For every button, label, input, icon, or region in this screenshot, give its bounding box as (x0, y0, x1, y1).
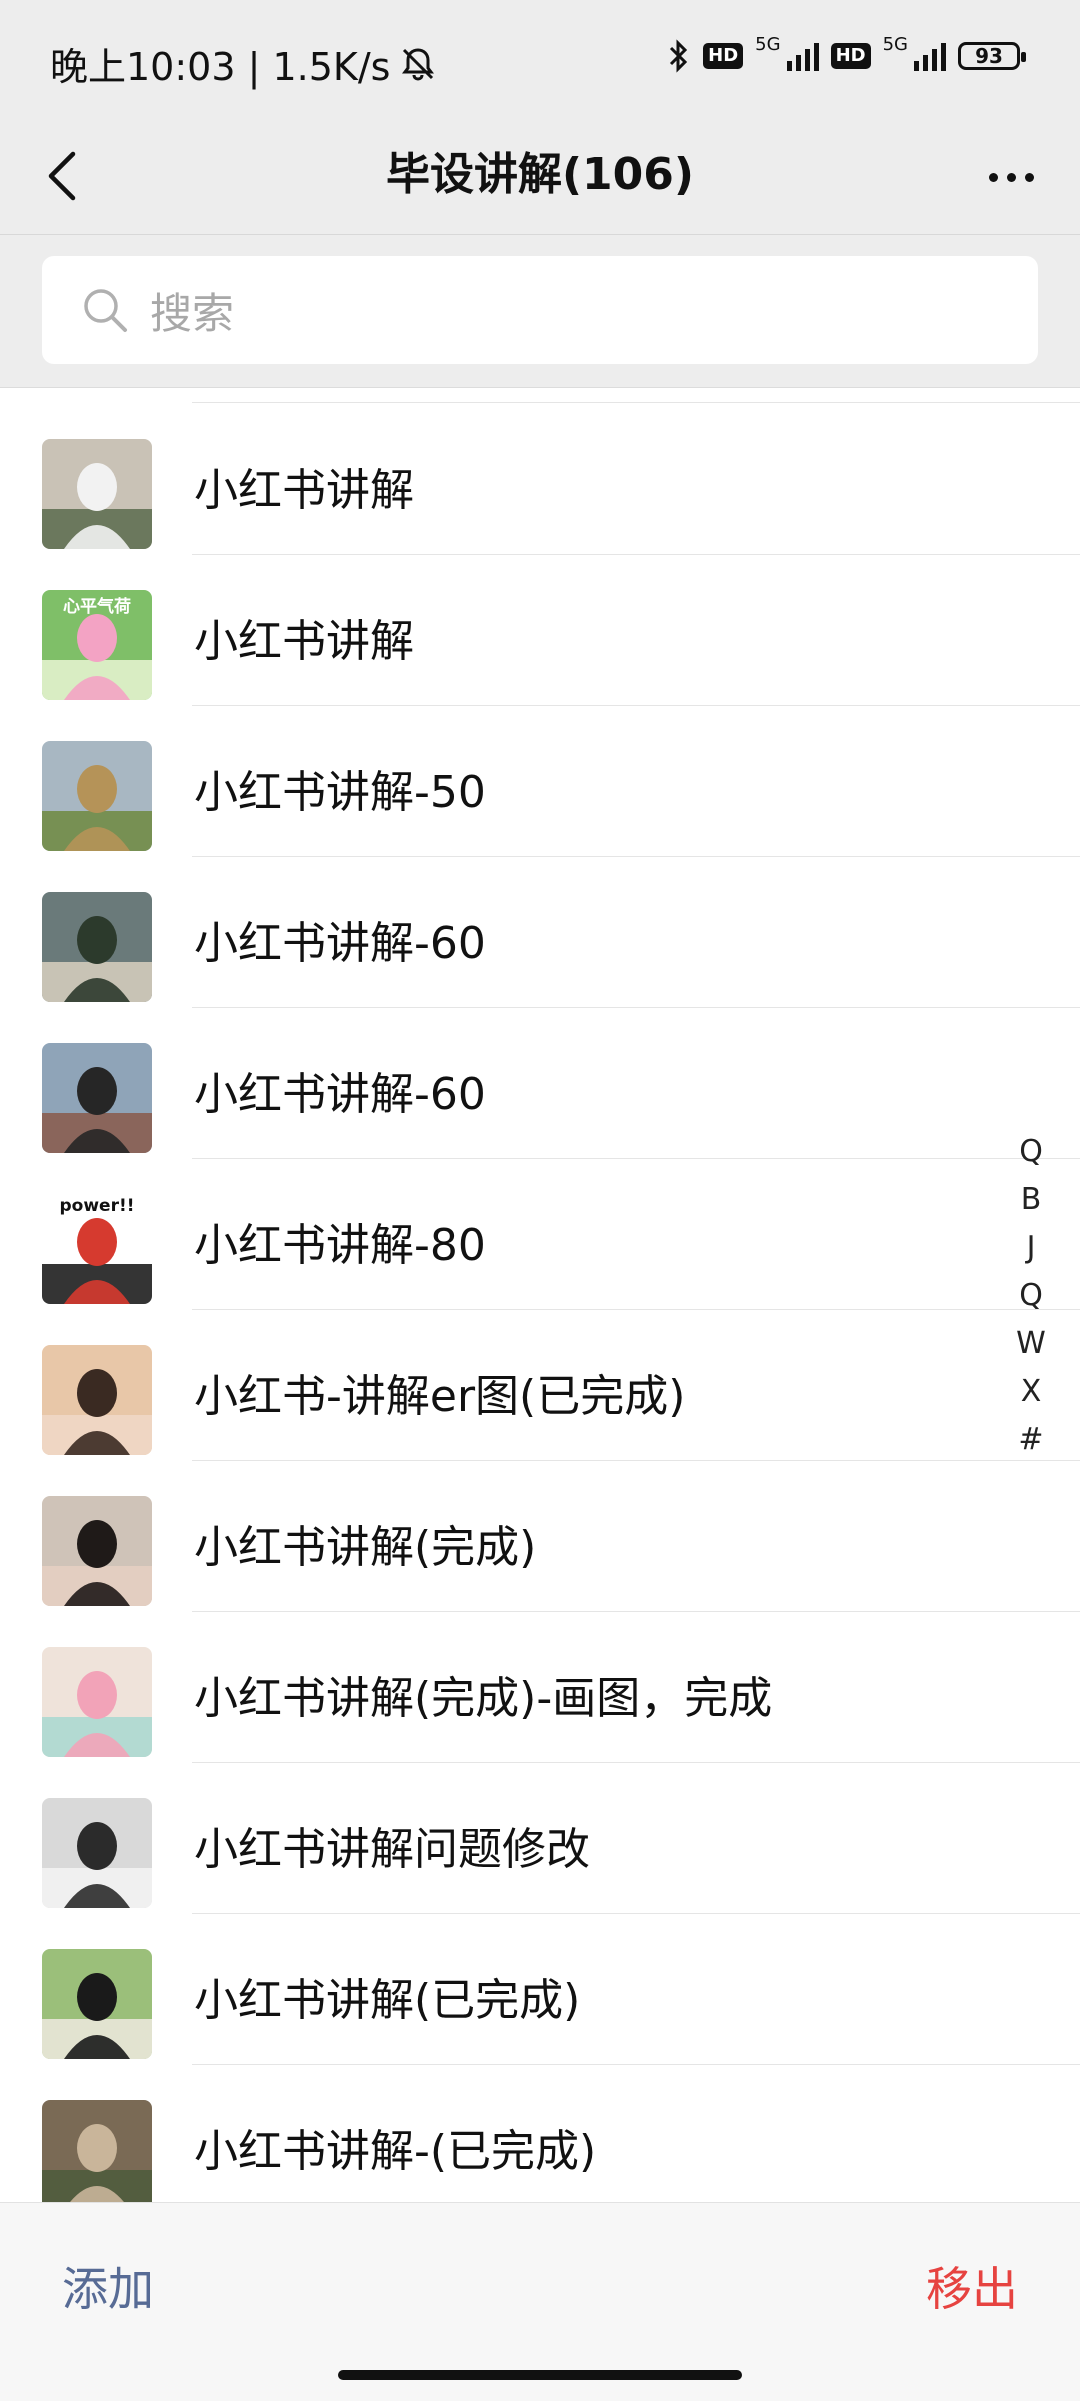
more-options-button[interactable] (976, 152, 1046, 202)
page-title: 毕设讲解(106) (385, 149, 695, 200)
member-name: 小红书讲解(完成)-画图，完成 (194, 1673, 773, 1724)
member-name: 小红书讲解-(已完成) (194, 2126, 597, 2177)
chevron-left-icon (48, 151, 76, 201)
nav-header: 毕设讲解(106) (0, 120, 1080, 235)
member-name: 小红书讲解-80 (194, 1220, 486, 1271)
hd-badge-2: HD (830, 43, 871, 69)
search-area: 搜索 (0, 235, 1080, 388)
member-row[interactable]: 小红书讲解问题修改 (0, 1762, 1080, 1914)
member-row[interactable]: 小红书讲解-60 (0, 856, 1080, 1008)
member-name: 小红书讲解-60 (194, 918, 486, 969)
member-avatar (42, 1647, 152, 1757)
mute-bell-icon (402, 47, 435, 81)
member-avatar (42, 2100, 152, 2202)
hd-badge: HD (703, 43, 744, 69)
more-dot-icon (1024, 172, 1034, 182)
search-icon (84, 289, 127, 332)
member-row[interactable]: 小红书讲解(完成)-画图，完成 (0, 1611, 1080, 1763)
avatar-caption: power!! (59, 1196, 135, 1216)
member-avatar (42, 1798, 152, 1908)
member-list: 小红书讲解 心平气荷 小红书讲解 小红书讲解-50 小红书讲解-60 小红书讲解-60 po… (0, 388, 1080, 2202)
member-avatar (42, 1496, 152, 1606)
member-name: 小红书讲解-60 (194, 1069, 486, 1120)
index-item[interactable]: W (1006, 1320, 1056, 1368)
network-label: 5G (755, 33, 781, 55)
member-row[interactable]: 小红书讲解(完成) (0, 1460, 1080, 1612)
member-avatar (42, 439, 152, 549)
member-name: 小红书讲解 (194, 465, 414, 516)
member-row[interactable]: 心平气荷小红书讲解 (0, 554, 1080, 706)
status-bar: 晚上10:03 | 1.5K/s HD 5G HD 5G 93 (0, 0, 1080, 120)
back-button[interactable] (30, 144, 94, 208)
search-placeholder: 搜索 (150, 288, 235, 338)
member-avatar (42, 1345, 152, 1455)
member-row[interactable]: power!! 小红书讲解-80 (0, 1158, 1080, 1310)
home-indicator[interactable] (338, 2370, 742, 2380)
member-avatar: 心平气荷 (42, 590, 152, 700)
index-item[interactable]: J (1006, 1224, 1056, 1272)
search-input[interactable]: 搜索 (42, 256, 1038, 364)
member-row[interactable]: 小红书讲解(已完成) (0, 1913, 1080, 2065)
bluetooth-icon (670, 39, 688, 73)
remove-button[interactable]: 移出 (926, 2253, 1018, 2319)
index-item[interactable]: # (1006, 1416, 1056, 1464)
member-name: 小红书讲解问题修改 (194, 1824, 590, 1875)
add-button[interactable]: 添加 (62, 2253, 154, 2319)
status-left: 晚上10:03 | 1.5K/s (50, 36, 438, 91)
member-avatar (42, 892, 152, 1002)
member-row[interactable]: 小红书讲解-(已完成) (0, 2064, 1080, 2202)
member-name: 小红书讲解(已完成) (194, 1975, 581, 2026)
battery-level: 93 (975, 44, 1003, 68)
member-avatar: power!! (42, 1194, 152, 1304)
member-name: 小红书讲解(完成) (194, 1522, 537, 1573)
signal-strength-icon-2 (914, 41, 946, 71)
alphabet-index-bar[interactable]: Q B J Q W X # (1006, 1128, 1056, 1464)
member-name: 小红书讲解 (194, 616, 414, 667)
network-label-2: 5G (882, 33, 908, 55)
battery-icon: 93 (958, 42, 1026, 70)
status-time: 晚上10:03 | 1.5K/s (50, 45, 391, 89)
member-row[interactable]: 小红书讲解 (0, 403, 1080, 555)
index-item-search[interactable]: Q (1006, 1128, 1056, 1176)
status-right: HD 5G HD 5G 93 (667, 34, 1026, 74)
index-item[interactable]: B (1006, 1176, 1056, 1224)
avatar-caption: 心平气荷 (63, 597, 131, 617)
member-avatar (42, 741, 152, 851)
member-row[interactable]: 小红书讲解-50 (0, 705, 1080, 857)
member-avatar (42, 1949, 152, 2059)
member-name: 小红书讲解-50 (194, 767, 486, 818)
member-avatar (42, 1043, 152, 1153)
bottom-action-bar: 添加 移出 (0, 2202, 1080, 2401)
member-name: 小红书-讲解er图(已完成) (194, 1371, 686, 1422)
index-item[interactable]: Q (1006, 1272, 1056, 1320)
index-item[interactable]: X (1006, 1368, 1056, 1416)
more-dot-icon (1006, 172, 1016, 182)
signal-strength-icon (786, 41, 819, 71)
more-dot-icon (988, 172, 998, 182)
member-row[interactable]: 小红书讲解-60 (0, 1007, 1080, 1159)
member-row[interactable]: 小红书-讲解er图(已完成) (0, 1309, 1080, 1461)
